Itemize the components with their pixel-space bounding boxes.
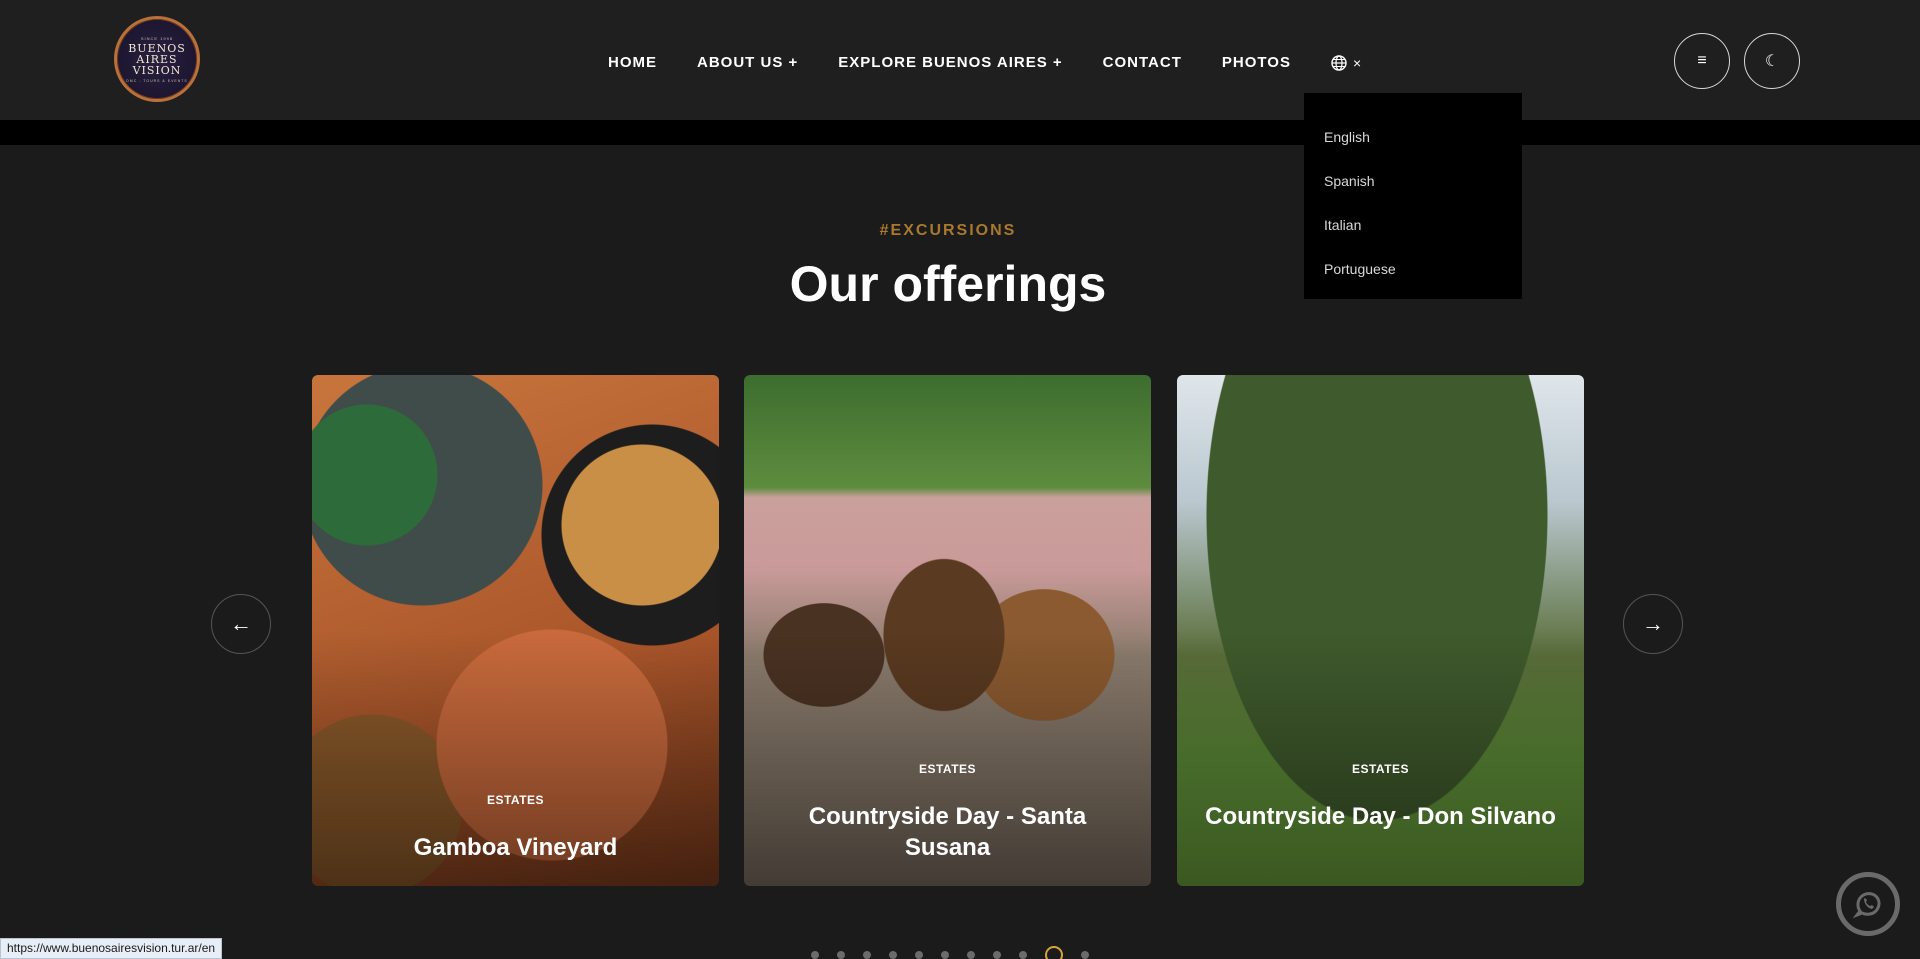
logo-since-text: SINCE 1998 (140, 35, 174, 41)
pagination-dot[interactable] (889, 951, 897, 959)
card-tag: ESTATES (918, 762, 977, 776)
status-bar-url: https://www.buenosairesvision.tur.ar/en (0, 938, 223, 959)
pagination-dot[interactable] (993, 951, 1001, 959)
card-tag: ESTATES (1351, 762, 1410, 776)
pagination-dot-active[interactable] (1045, 946, 1063, 959)
language-toggle[interactable]: × (1331, 55, 1361, 71)
whatsapp-button[interactable] (1836, 872, 1900, 936)
globe-icon (1331, 54, 1347, 71)
nav-explore-buenos-aires[interactable]: EXPLORE BUENOS AIRES + (838, 54, 1062, 71)
card-title: Countryside Day - Don Silvano (1205, 803, 1556, 830)
pagination-dot[interactable] (837, 951, 845, 959)
offering-card-don-silvano[interactable]: ESTATES Countryside Day - Don Silvano (1177, 375, 1584, 886)
language-option-english[interactable]: English (1304, 115, 1522, 159)
nav-photos[interactable]: PHOTOS (1222, 54, 1291, 71)
card-image-overlay (312, 375, 719, 886)
arrow-left-icon: ← (230, 611, 252, 636)
card-tag: ESTATES (486, 793, 545, 807)
whatsapp-icon (1852, 892, 1881, 919)
section-eyebrow: #EXCURSIONS (879, 222, 1017, 239)
close-icon[interactable]: × (1353, 55, 1361, 71)
offering-card-gamboa-vineyard[interactable]: ESTATES Gamboa Vineyard (312, 375, 719, 886)
carousel-prev-button[interactable]: ← (211, 594, 271, 654)
main-nav: HOME ABOUT US + EXPLORE BUENOS AIRES + C… (608, 54, 1361, 71)
nav-home[interactable]: HOME (608, 54, 657, 71)
card-title: Countryside Day - Santa Susana (808, 803, 1087, 861)
menu-button[interactable]: ≡ (1674, 33, 1730, 89)
moon-icon: ☾ (1764, 53, 1780, 70)
nav-about-us[interactable]: ABOUT US + (697, 54, 798, 71)
logo-line-2: AIRES (136, 52, 178, 66)
theme-toggle-button[interactable]: ☾ (1744, 33, 1800, 89)
pagination-dot[interactable] (967, 951, 975, 959)
carousel-pagination (811, 946, 1089, 959)
pagination-dot[interactable] (863, 951, 871, 959)
hamburger-icon: ≡ (1697, 52, 1707, 69)
arrow-right-icon: → (1642, 611, 1664, 636)
pagination-dot[interactable] (941, 951, 949, 959)
section-title: Our offerings (789, 256, 1107, 312)
card-title: Gamboa Vineyard (413, 834, 618, 861)
pagination-dot[interactable] (915, 951, 923, 959)
logo-line-1: BUENOS (128, 41, 186, 55)
language-option-spanish[interactable]: Spanish (1304, 159, 1522, 203)
nav-contact[interactable]: CONTACT (1103, 54, 1182, 71)
carousel-next-button[interactable]: → (1623, 594, 1683, 654)
site-logo[interactable]: SINCE 1998 BUENOS AIRES VISION DMC - TOU… (114, 16, 200, 102)
logo-sub-text: DMC - TOURS & EVENTS (126, 78, 188, 83)
header-divider (0, 120, 1920, 145)
logo-line-3: VISION (132, 63, 182, 77)
pagination-dot[interactable] (1081, 951, 1089, 959)
pagination-dot[interactable] (811, 951, 819, 959)
site-header: SINCE 1998 BUENOS AIRES VISION DMC - TOU… (0, 0, 1920, 120)
pagination-dot[interactable] (1019, 951, 1027, 959)
offering-card-santa-susana[interactable]: ESTATES Countryside Day - Santa Susana (744, 375, 1151, 886)
